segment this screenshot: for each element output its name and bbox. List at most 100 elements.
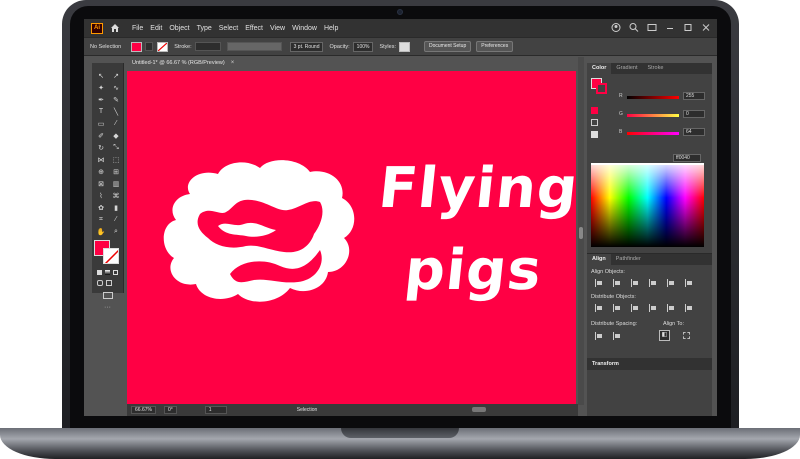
menu-view[interactable]: View	[270, 25, 285, 32]
menu-effect[interactable]: Effect	[245, 25, 263, 32]
green-value[interactable]: 0	[683, 110, 705, 118]
type-tool-icon[interactable]: T	[95, 107, 107, 116]
graphic-style-swatch[interactable]	[398, 41, 410, 52]
red-value[interactable]: 255	[683, 92, 705, 100]
hand-tool-icon[interactable]: ✋	[95, 227, 107, 236]
free-transform-tool-icon[interactable]: ⬚	[110, 155, 122, 164]
align-hcenter-icon[interactable]	[613, 279, 621, 287]
direct-selection-tool-icon[interactable]: ↗	[110, 71, 122, 80]
tab-stroke[interactable]: Stroke	[642, 63, 668, 74]
space-vertical-icon[interactable]	[595, 332, 603, 340]
horizontal-scroll-thumb[interactable]	[472, 407, 486, 412]
draw-normal-icon[interactable]	[97, 280, 103, 286]
distribute-top-icon[interactable]	[595, 304, 603, 312]
shaper-tool-icon[interactable]: ✐	[95, 131, 107, 140]
menu-window[interactable]: Window	[292, 25, 317, 32]
color-spectrum[interactable]	[591, 165, 704, 247]
maximize-icon[interactable]	[683, 22, 693, 33]
distribute-hcenter-icon[interactable]	[667, 304, 675, 312]
fill-swatch[interactable]	[131, 41, 143, 52]
brush-definition[interactable]: 3 pt. Round	[289, 41, 324, 52]
scale-tool-icon[interactable]: ⤡	[110, 143, 122, 152]
menu-edit[interactable]: Edit	[150, 25, 162, 32]
hex-field[interactable]: ff0040	[673, 154, 701, 162]
artboard-canvas[interactable]: Flying pigs	[127, 71, 576, 405]
red-track[interactable]	[627, 96, 679, 99]
tab-pathfinder[interactable]: Pathfinder	[611, 254, 646, 265]
out-of-gamut-icon[interactable]	[591, 119, 598, 126]
eyedropper-tool-icon[interactable]: ⌇	[95, 191, 107, 200]
rectangle-tool-icon[interactable]: ▭	[95, 119, 107, 128]
last-color-swatch[interactable]	[591, 107, 598, 114]
align-left-icon[interactable]	[595, 279, 603, 287]
web-safe-icon[interactable]	[591, 131, 598, 138]
eraser-tool-icon[interactable]: ◆	[110, 131, 122, 140]
artboard-navigator[interactable]: 1	[204, 406, 227, 414]
distribute-right-icon[interactable]	[685, 304, 693, 312]
align-right-icon[interactable]	[631, 279, 639, 287]
perspective-grid-tool-icon[interactable]: ⊞	[110, 167, 122, 176]
blue-track[interactable]	[627, 132, 679, 135]
pen-tool-icon[interactable]: ✒	[95, 95, 107, 104]
none-mode-icon[interactable]	[113, 270, 118, 275]
menu-file[interactable]: File	[132, 25, 143, 32]
opacity-field[interactable]: 100%	[352, 41, 374, 52]
distribute-left-icon[interactable]	[649, 304, 657, 312]
tab-color[interactable]: Color	[587, 63, 612, 74]
fill-stroke-indicator[interactable]	[94, 240, 120, 264]
color-mode-icon[interactable]	[97, 270, 102, 275]
account-icon[interactable]	[611, 22, 621, 33]
zoom-field[interactable]: 66.67%	[131, 406, 156, 414]
change-screen-mode-icon[interactable]	[103, 292, 113, 299]
curvature-tool-icon[interactable]: ✎	[110, 95, 122, 104]
slice-tool-icon[interactable]: ⁄	[110, 215, 122, 224]
stroke-color-box[interactable]	[103, 248, 119, 264]
red-slider[interactable]: R 255	[619, 92, 707, 101]
variable-width-profile[interactable]	[226, 42, 282, 51]
fill-dropdown[interactable]	[145, 42, 154, 51]
mesh-tool-icon[interactable]: ⊠	[95, 179, 107, 188]
menu-type[interactable]: Type	[197, 25, 212, 32]
distribute-bottom-icon[interactable]	[631, 304, 639, 312]
selection-tool-icon[interactable]: ↖	[95, 71, 107, 80]
document-setup-button[interactable]: Document Setup	[423, 41, 472, 52]
menu-help[interactable]: Help	[324, 25, 338, 32]
lasso-tool-icon[interactable]: ∿	[110, 83, 122, 92]
zoom-tool-icon[interactable]: ⌕	[110, 227, 122, 236]
blend-tool-icon[interactable]: ⌘	[110, 191, 122, 200]
stroke-swatch[interactable]	[157, 41, 169, 52]
paintbrush-tool-icon[interactable]: ⁄	[110, 119, 122, 128]
search-icon[interactable]	[629, 22, 639, 33]
line-tool-icon[interactable]: ╲	[110, 107, 122, 116]
gradient-tool-icon[interactable]: ▥	[110, 179, 122, 188]
workspace-icon[interactable]	[647, 22, 657, 33]
artboard-tool-icon[interactable]: ⌗	[95, 215, 107, 224]
tab-close-icon[interactable]: ×	[231, 60, 235, 66]
align-to-key-object-icon[interactable]: ◧	[659, 330, 670, 341]
opacity-label[interactable]: Opacity:	[329, 44, 349, 50]
blue-slider[interactable]: B 64	[619, 128, 707, 137]
document-tab[interactable]: Untitled-1* @ 66.67 % (RGB/Preview) ×	[128, 57, 248, 69]
screen-mode-icon[interactable]	[106, 280, 112, 286]
panel-stroke-box[interactable]	[596, 83, 607, 94]
close-icon[interactable]	[701, 22, 711, 33]
blue-value[interactable]: 64	[683, 128, 705, 136]
align-bottom-icon[interactable]	[685, 279, 693, 287]
space-horizontal-icon[interactable]	[613, 332, 621, 340]
minimize-icon[interactable]	[665, 22, 675, 33]
menu-object[interactable]: Object	[169, 25, 189, 32]
rotation-field[interactable]: 0°	[163, 406, 177, 414]
transform-panel-header[interactable]: Transform	[587, 358, 712, 370]
menu-select[interactable]: Select	[219, 25, 238, 32]
home-icon[interactable]	[110, 23, 120, 33]
rotate-tool-icon[interactable]: ↻	[95, 143, 107, 152]
tab-gradient[interactable]: Gradient	[611, 63, 642, 74]
distribute-vcenter-icon[interactable]	[613, 304, 621, 312]
shape-builder-tool-icon[interactable]: ⊕	[95, 167, 107, 176]
gradient-mode-icon[interactable]	[105, 270, 110, 275]
column-graph-tool-icon[interactable]: ▮	[110, 203, 122, 212]
align-top-icon[interactable]	[649, 279, 657, 287]
symbol-sprayer-tool-icon[interactable]: ✿	[95, 203, 107, 212]
edit-toolbar-icon[interactable]: ···	[104, 304, 123, 311]
align-vcenter-icon[interactable]	[667, 279, 675, 287]
